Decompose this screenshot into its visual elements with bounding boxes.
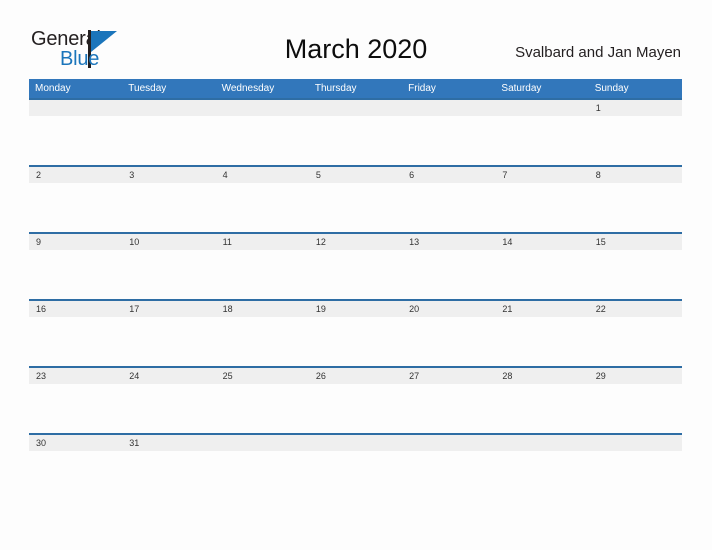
week-number-band: 30 31	[29, 435, 682, 451]
week-row: 2 3 4 5 6 7 8	[29, 165, 682, 232]
day-cell[interactable]	[216, 435, 309, 451]
day-cell[interactable]: 31	[122, 435, 215, 451]
day-cell[interactable]	[495, 435, 588, 451]
day-cell[interactable]: 8	[589, 167, 682, 183]
day-cell[interactable]	[216, 100, 309, 116]
day-cell[interactable]: 11	[216, 234, 309, 250]
day-cell[interactable]: 15	[589, 234, 682, 250]
day-cell[interactable]: 1	[589, 100, 682, 116]
day-cell[interactable]	[309, 100, 402, 116]
day-cell[interactable]: 5	[309, 167, 402, 183]
week-row: 30 31	[29, 433, 682, 451]
day-cell[interactable]: 28	[495, 368, 588, 384]
weekday-monday: Monday	[35, 83, 71, 94]
weekday-thursday: Thursday	[314, 83, 357, 94]
day-cell[interactable]	[309, 435, 402, 451]
day-cell[interactable]: 10	[122, 234, 215, 250]
day-cell[interactable]	[402, 435, 495, 451]
week-row: 23 24 25 26 27 28 29	[29, 366, 682, 433]
day-cell[interactable]: 9	[29, 234, 122, 250]
day-cell[interactable]: 16	[29, 301, 122, 317]
day-cell[interactable]: 3	[122, 167, 215, 183]
week-body	[29, 384, 682, 433]
week-row: 1	[29, 98, 682, 165]
week-body	[29, 250, 682, 299]
day-cell[interactable]: 14	[495, 234, 588, 250]
day-cell[interactable]: 27	[402, 368, 495, 384]
week-row: 16 17 18 19 20 21 22	[29, 299, 682, 366]
day-cell[interactable]: 21	[495, 301, 588, 317]
day-cell[interactable]: 22	[589, 301, 682, 317]
day-cell[interactable]: 30	[29, 435, 122, 451]
week-number-band: 16 17 18 19 20 21 22	[29, 301, 682, 317]
week-number-band: 9 10 11 12 13 14 15	[29, 234, 682, 250]
weekday-friday: Friday	[408, 83, 436, 94]
week-body	[29, 116, 682, 165]
day-cell[interactable]	[29, 100, 122, 116]
week-number-band: 2 3 4 5 6 7 8	[29, 167, 682, 183]
weekday-header-row: Monday Tuesday Wednesday Thursday Friday…	[29, 79, 682, 98]
weekday-sunday: Sunday	[594, 83, 629, 94]
day-cell[interactable]	[589, 435, 682, 451]
day-cell[interactable]: 6	[402, 167, 495, 183]
calendar-grid: Monday Tuesday Wednesday Thursday Friday…	[29, 79, 682, 451]
week-body	[29, 317, 682, 366]
weekday-saturday: Saturday	[501, 83, 542, 94]
day-cell[interactable]: 4	[216, 167, 309, 183]
day-cell[interactable]: 12	[309, 234, 402, 250]
region-subtitle: Svalbard and Jan Mayen	[515, 44, 681, 61]
day-cell[interactable]	[122, 100, 215, 116]
day-cell[interactable]: 13	[402, 234, 495, 250]
week-body	[29, 183, 682, 232]
weekday-tuesday: Tuesday	[128, 83, 167, 94]
day-cell[interactable]: 25	[216, 368, 309, 384]
week-number-band: 1	[29, 100, 682, 116]
day-cell[interactable]: 24	[122, 368, 215, 384]
day-cell[interactable]: 2	[29, 167, 122, 183]
day-cell[interactable]: 29	[589, 368, 682, 384]
day-cell[interactable]: 19	[309, 301, 402, 317]
week-row: 9 10 11 12 13 14 15	[29, 232, 682, 299]
day-cell[interactable]: 26	[309, 368, 402, 384]
weekday-wednesday: Wednesday	[221, 83, 275, 94]
day-cell[interactable]: 7	[495, 167, 588, 183]
page-header: General Blue March 2020 Svalbard and Jan…	[0, 0, 712, 78]
day-cell[interactable]: 23	[29, 368, 122, 384]
day-cell[interactable]	[402, 100, 495, 116]
week-number-band: 23 24 25 26 27 28 29	[29, 368, 682, 384]
day-cell[interactable]: 18	[216, 301, 309, 317]
day-cell[interactable]	[495, 100, 588, 116]
day-cell[interactable]: 20	[402, 301, 495, 317]
day-cell[interactable]: 17	[122, 301, 215, 317]
